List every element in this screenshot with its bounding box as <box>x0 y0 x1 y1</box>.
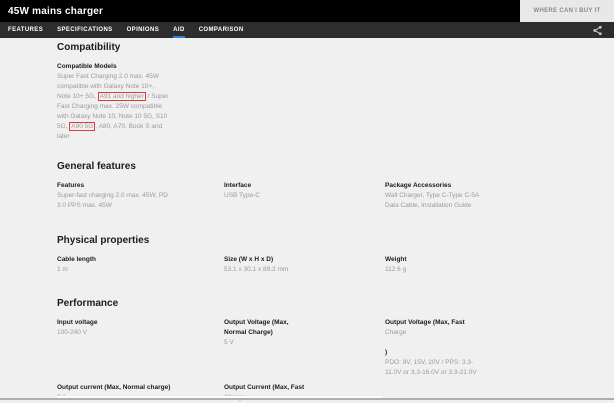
spec-item-output-current-fast: Output Current (Max, Fast Charge <box>224 383 385 403</box>
section-nav: FEATURES SPECIFICATIONS OPINIONS AID COM… <box>0 22 614 38</box>
spec-item-empty <box>385 383 614 403</box>
section-general-features: General features Features Super-fast cha… <box>57 160 614 211</box>
spec-item-interface: Interface USB Type-C <box>224 181 385 211</box>
product-header: 45W mains charger WHERE CAN I BUY IT <box>0 0 614 22</box>
section-performance: Performance Input voltage 100-240 V Outp… <box>57 297 614 403</box>
product-title: 45W mains charger <box>8 5 104 17</box>
spec-label: Output current (Max, Normal charge) <box>57 384 171 391</box>
compatible-models-label: Compatible Models <box>57 63 117 70</box>
spec-label: Output Current (Max, Fast <box>224 384 305 391</box>
spec-item-output-voltage-fast: Output Voltage (Max, Fast Charge ) PDO: … <box>385 318 614 378</box>
compatibility-heading: Compatibility <box>57 42 121 53</box>
spec-value: Super-fast charging 2.0 max. 45W, PD 3.0… <box>57 192 168 209</box>
spec-item-cable-length: Cable length 1 m <box>57 255 224 275</box>
spec-value: USB Type-C <box>224 192 261 199</box>
spec-item-features: Features Super-fast charging 2.0 max. 45… <box>57 181 224 211</box>
spec-value: 112.6 g <box>385 266 407 273</box>
section-physical-properties: Physical properties Cable length 1 m Siz… <box>57 234 614 275</box>
spec-item-output-current-normal: Output current (Max, Normal charge) 3 A <box>57 383 224 403</box>
tab-aid[interactable]: AID <box>173 22 185 38</box>
spec-label: Interface <box>224 182 252 189</box>
performance-heading: Performance <box>57 298 119 309</box>
spec-label: Cable length <box>57 256 97 263</box>
spec-label: Package Accessories <box>385 182 452 189</box>
spec-label-paren: ) <box>385 349 388 356</box>
spec-label: Size (W x H x D) <box>224 256 274 263</box>
tab-opinions[interactable]: OPINIONS <box>127 22 160 38</box>
spec-value: 53.1 x 30.1 x 89.3 mm <box>224 266 289 273</box>
share-icon[interactable] <box>592 25 603 36</box>
physical-properties-heading: Physical properties <box>57 235 150 246</box>
compatible-models-text: Super Fast Charging 2.0 max. 45W compati… <box>57 72 169 142</box>
spec-item-size: Size (W x H x D) 53.1 x 30.1 x 89.3 mm <box>224 255 385 275</box>
spec-value: PDO: 9V, 15V, 20V / PPS: 3.3-11.0V or 3.… <box>385 359 477 376</box>
spec-item-output-voltage-normal: Output Voltage (Max, Normal Charge) 5 V <box>224 318 385 378</box>
section-compatibility: Compatibility Compatible Models Super Fa… <box>57 41 614 142</box>
where-to-buy-button[interactable]: WHERE CAN I BUY IT <box>520 0 614 22</box>
tab-comparison[interactable]: COMPARISON <box>199 22 244 38</box>
spec-item-package-accessories: Package Accessories Wall Charger, Type C… <box>385 181 614 211</box>
general-features-heading: General features <box>57 161 136 172</box>
red-annotation-box-a90: A90 5G <box>69 122 96 131</box>
spec-value: 1 m <box>57 266 68 273</box>
red-annotation-box-a91: A91 and higher <box>97 92 146 101</box>
spec-value: 100-240 V <box>57 329 87 336</box>
tab-features[interactable]: FEATURES <box>8 22 43 38</box>
spec-value: Wall Charger, Type C-Type C-5A Data Cabl… <box>385 192 479 209</box>
spec-label-continuation: Charge <box>385 329 407 336</box>
spec-label: Features <box>57 182 85 189</box>
tab-specifications[interactable]: SPECIFICATIONS <box>57 22 113 38</box>
specifications-content: Compatibility Compatible Models Super Fa… <box>0 38 614 403</box>
spec-label: Output Voltage (Max, Fast <box>385 319 465 326</box>
spec-label: Weight <box>385 256 407 263</box>
spec-item-input-voltage: Input voltage 100-240 V <box>57 318 224 378</box>
spec-label: Input voltage <box>57 319 98 326</box>
spec-item-weight: Weight 112.6 g <box>385 255 614 275</box>
spec-value: 5 V <box>224 339 234 346</box>
spec-label: Output Voltage (Max, Normal Charge) <box>224 319 289 336</box>
